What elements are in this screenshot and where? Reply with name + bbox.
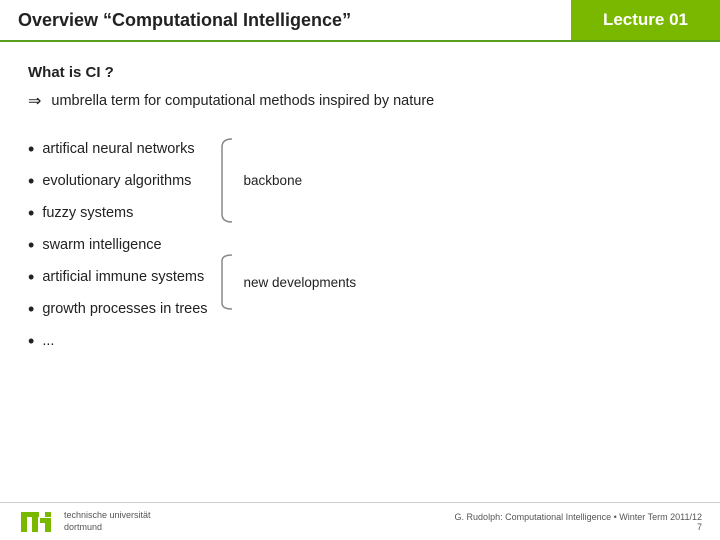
page-number: 7: [455, 522, 702, 532]
list-item: • evolutionary algorithms: [28, 165, 208, 197]
bullet-text: evolutionary algorithms: [42, 173, 191, 189]
bullet-dot: •: [28, 268, 34, 286]
list-item: • swarm intelligence: [28, 229, 208, 261]
new-developments-bracket-icon: [218, 253, 238, 311]
bullet-text: artificial immune systems: [42, 269, 204, 285]
bullet-text: growth processes in trees: [42, 301, 207, 317]
bullet-dot: •: [28, 236, 34, 254]
bullet-dot: •: [28, 332, 34, 350]
title-text: Overview “Computational Intelligence”: [18, 10, 351, 31]
bullet-dot: •: [28, 204, 34, 222]
list-item: • fuzzy systems: [28, 197, 208, 229]
bullet-text: ...: [42, 333, 54, 349]
lecture-label: Lecture 01: [603, 10, 688, 30]
university-name: technische universität dortmund: [64, 510, 151, 533]
university-logo-area: technische universität dortmund: [0, 504, 151, 540]
umbrella-statement: ⇒ umbrella term for computational method…: [28, 91, 692, 111]
bullet-text: artifical neural networks: [42, 141, 194, 157]
bullet-dot: •: [28, 300, 34, 318]
list-item: • artifical neural networks: [28, 133, 208, 165]
list-item: • growth processes in trees: [28, 293, 208, 325]
list-item: • ...: [28, 325, 208, 357]
bullet-text: swarm intelligence: [42, 237, 161, 253]
list-item: • artificial immune systems: [28, 261, 208, 293]
uni-line2: dortmund: [64, 522, 151, 534]
backbone-bracket-icon: [218, 137, 238, 224]
bullet-list: • artifical neural networks • evolutiona…: [28, 133, 208, 357]
what-is-label: What is CI ?: [28, 64, 114, 81]
header: Overview “Computational Intelligence” Le…: [0, 0, 720, 42]
tu-logo-icon: [18, 504, 54, 540]
new-developments-label: new developments: [244, 275, 357, 290]
what-is-ci-heading: What is CI ?: [28, 64, 692, 81]
lecture-badge: Lecture 01: [571, 0, 720, 40]
implication-arrow: ⇒: [28, 91, 41, 111]
bullet-dot: •: [28, 140, 34, 158]
backbone-label: backbone: [244, 173, 303, 188]
slide-content: What is CI ? ⇒ umbrella term for computa…: [0, 42, 720, 367]
umbrella-text: umbrella term for computational methods …: [51, 93, 434, 109]
slide-title: Overview “Computational Intelligence”: [0, 0, 571, 40]
bullet-text: fuzzy systems: [42, 205, 133, 221]
bullet-dot: •: [28, 172, 34, 190]
footer: technische universität dortmund G. Rudol…: [0, 502, 720, 540]
footer-citation: G. Rudolph: Computational Intelligence •…: [455, 512, 702, 532]
citation-text: G. Rudolph: Computational Intelligence •…: [455, 512, 702, 522]
uni-line1: technische universität: [64, 510, 151, 522]
